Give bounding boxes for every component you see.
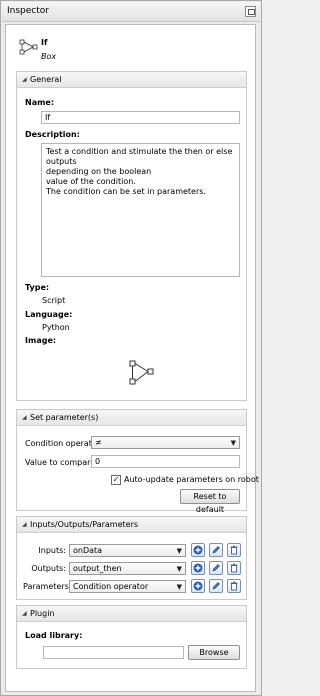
io-header[interactable]: ◢ Inputs/Outputs/Parameters [17,517,246,533]
delete-icon [230,545,238,555]
description-line: The condition can be set in parameters. [46,187,206,196]
chevron-down-icon: ▼ [230,439,236,447]
library-path-field[interactable] [43,646,184,659]
description-label: Description: [25,130,80,139]
delete-icon [230,581,238,591]
delete-parameter-button[interactable] [227,579,241,593]
delete-output-button[interactable] [227,561,241,575]
inspector-window: Inspector If Box ◢ General Name: If Desc… [0,0,262,696]
delete-icon [230,563,238,573]
add-output-button[interactable] [191,561,205,575]
collapse-triangle-icon[interactable]: ◢ [22,521,27,528]
reset-to-default-button[interactable]: Reset to default [180,489,240,514]
general-header-label: General [30,75,62,84]
language-label: Language: [25,310,73,319]
window-title: Inspector [7,6,49,16]
edit-input-button[interactable] [209,543,223,557]
value-to-compare-field[interactable]: 0 [91,455,240,468]
condition-operator-select[interactable]: ≠ ▼ [91,436,240,449]
value-to-compare-label: Value to compare [25,458,96,467]
name-label: Name: [25,98,55,107]
type-value: Script [42,296,66,305]
general-header[interactable]: ◢ General [17,72,246,88]
inputs-select[interactable]: onData ▼ [69,544,186,557]
description-line: Test a condition and stimulate the then … [46,147,233,166]
parameters-label: Parameters: [23,582,72,591]
title-bar: Inspector [2,2,260,22]
condition-operator-label: Condition operator [25,439,101,448]
edit-parameter-button[interactable] [209,579,223,593]
box-name: If [41,38,48,47]
browse-button[interactable]: Browse [188,645,240,660]
inputs-label: Inputs: [38,546,66,555]
outputs-select[interactable]: output_then ▼ [69,562,186,575]
condition-operator-value: ≠ [95,438,102,447]
set-parameters-header-label: Set parameter(s) [30,413,99,422]
edit-icon [212,564,220,572]
collapse-triangle-icon[interactable]: ◢ [22,76,27,83]
chevron-down-icon: ▼ [176,547,182,555]
inputs-value: onData [73,546,103,555]
load-library-label: Load library: [25,631,83,640]
box-diagram-icon [19,39,38,55]
plugin-header-label: Plugin [30,609,55,618]
language-value: Python [42,323,70,332]
description-line: depending on the boolean [46,167,152,176]
type-label: Type: [25,283,50,292]
chevron-down-icon: ▼ [176,583,182,591]
description-field[interactable]: Test a condition and stimulate the then … [41,143,240,277]
edit-icon [212,582,220,590]
io-header-label: Inputs/Outputs/Parameters [30,520,139,529]
name-field[interactable]: If [41,111,240,124]
auto-update-label: Auto-update parameters on robot [124,475,259,484]
edit-output-button[interactable] [209,561,223,575]
auto-update-checkbox[interactable]: ✓ [111,475,121,485]
parameters-value: Condition operator [73,582,149,591]
float-icon[interactable] [245,6,256,17]
description-line: value of the condition. [46,177,136,186]
add-input-button[interactable] [191,543,205,557]
add-parameter-button[interactable] [191,579,205,593]
collapse-triangle-icon[interactable]: ◢ [22,610,27,617]
image-label: Image: [25,336,57,345]
outputs-value: output_then [73,564,122,573]
edit-icon [212,546,220,554]
plugin-header[interactable]: ◢ Plugin [17,606,246,622]
delete-input-button[interactable] [227,543,241,557]
collapse-triangle-icon[interactable]: ◢ [22,414,27,421]
chevron-down-icon: ▼ [176,565,182,573]
box-image-icon [129,360,154,385]
add-icon [193,563,203,573]
add-icon [193,581,203,591]
set-parameters-header[interactable]: ◢ Set parameter(s) [17,410,246,426]
box-type: Box [41,52,57,61]
add-icon [193,545,203,555]
outputs-label: Outputs: [31,564,66,573]
parameters-select[interactable]: Condition operator ▼ [69,580,186,593]
